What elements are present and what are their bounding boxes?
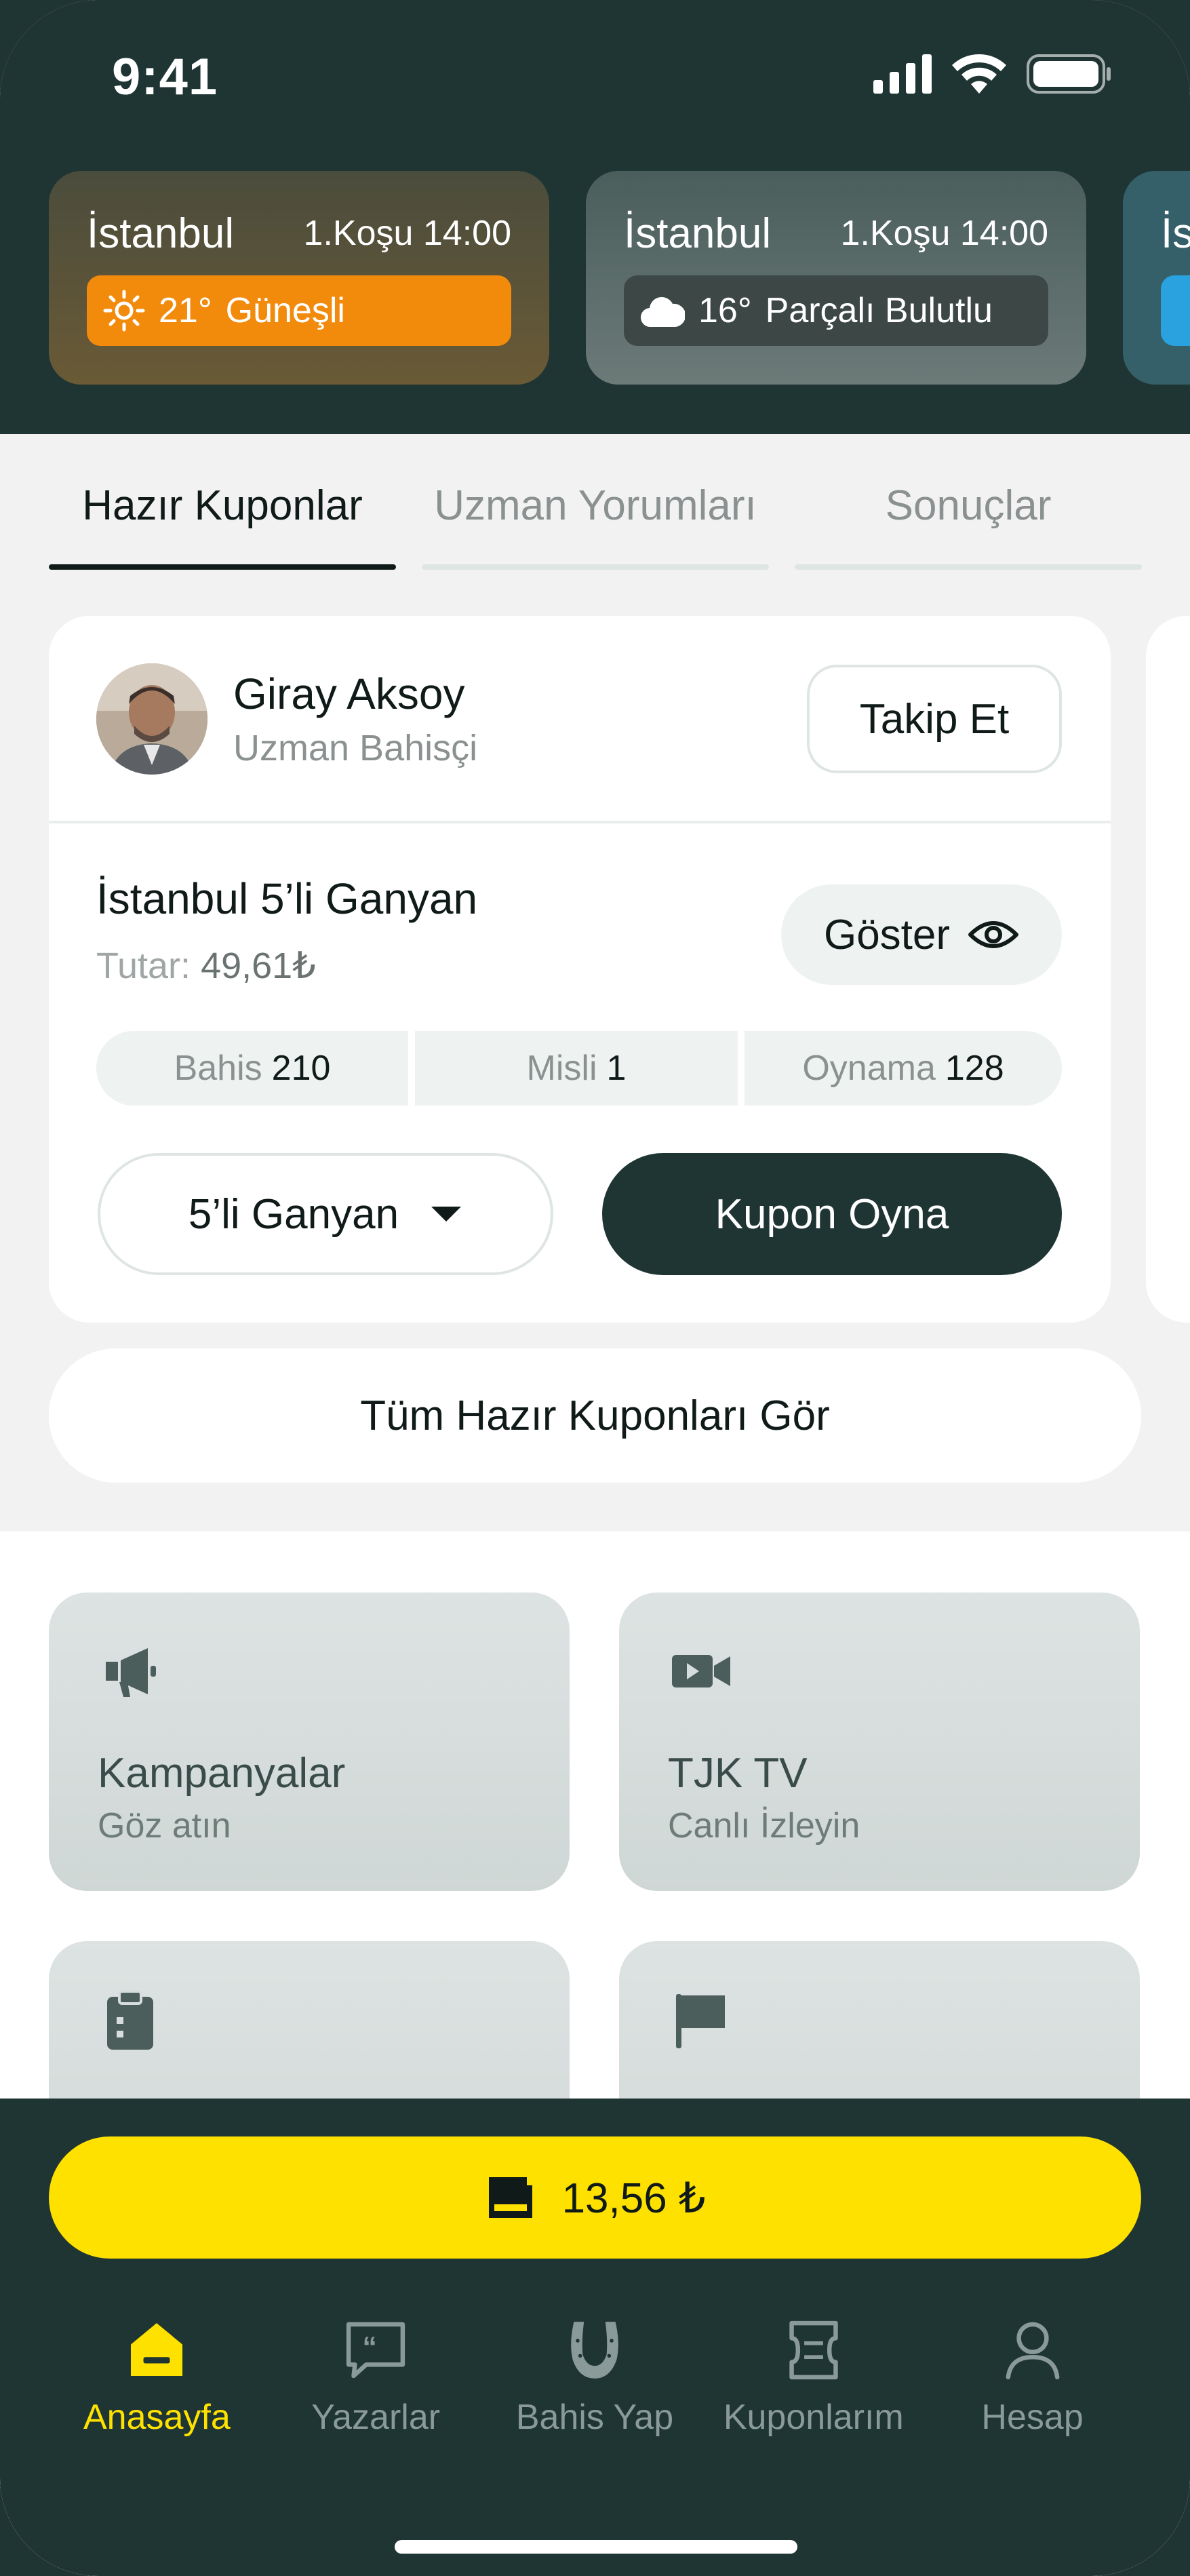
tile-title: Kampanyalar <box>98 1750 346 1797</box>
weather-carousel[interactable]: İstanbul 1.Koşu 14:00 21° Güneşli İstanb… <box>49 171 1190 385</box>
wifi-icon <box>952 54 1006 94</box>
coupon-icon <box>789 2320 838 2380</box>
weather-city: İstanbul <box>624 210 772 257</box>
weather-condition: Güneşli <box>225 291 345 330</box>
nav-label: Anasayfa <box>83 2398 231 2437</box>
weather-badge: 16° Parçalı Bulutlu <box>624 275 1048 346</box>
bottom-bar: 13,56 ₺ Anasayfa “ Yazarlar Bahis Yap Ku… <box>0 2099 1190 2576</box>
avatar[interactable] <box>96 663 207 775</box>
tab-indicator <box>795 564 1142 570</box>
next-coupon-card-peek[interactable] <box>1146 616 1190 1323</box>
tab-uzman-yorumlari[interactable]: Uzman Yorumları <box>422 468 769 570</box>
amount-value: 49,61₺ <box>201 945 316 986</box>
nav-label: Hesap <box>981 2398 1084 2437</box>
tile-subtitle: Canlı İzleyin <box>668 1806 860 1846</box>
show-label: Göster <box>823 911 951 958</box>
nav-label: Yazarlar <box>311 2398 441 2437</box>
tab-navigation: Anasayfa “ Yazarlar Bahis Yap Kuponlarım… <box>47 2316 1142 2438</box>
status-time: 9:41 <box>112 48 218 106</box>
nav-anasayfa[interactable]: Anasayfa <box>47 2316 266 2438</box>
tab-label: Sonuçlar <box>885 482 1052 529</box>
balance-value: 13,56 ₺ <box>561 2174 706 2222</box>
header: 9:41 İstanbul 1.Koşu 14:00 21° Güneşli İ… <box>0 0 1190 434</box>
weather-card[interactable]: İstanbul 1.Koşu 14:00 21° Güneşli <box>49 171 549 385</box>
weather-temp: 21° <box>159 291 212 330</box>
weather-city: İstanbul <box>87 210 235 257</box>
follow-button[interactable]: Takip Et <box>807 665 1062 773</box>
coupon-stats: Bahis 210 Misli 1 Oynama 128 <box>96 1031 1062 1106</box>
stat-oynama: Oynama 128 <box>745 1031 1062 1106</box>
partial-weather-icon <box>1161 275 1190 346</box>
show-button[interactable]: Göster <box>781 884 1062 985</box>
stat-label: Bahis <box>174 1049 262 1088</box>
weather-city: İs <box>1161 210 1190 257</box>
stat-misli: Misli 1 <box>415 1031 738 1106</box>
home-icon <box>131 2323 183 2377</box>
tab-sonuclar[interactable]: Sonuçlar <box>795 468 1142 570</box>
bet-type-value: 5’li Ganyan <box>188 1190 399 1238</box>
avatar-portrait-icon <box>96 663 207 775</box>
weather-temp: 16° <box>698 291 752 330</box>
coupon-card: Giray Aksoy Uzman Bahisçi Takip Et İstan… <box>49 616 1111 1323</box>
nav-yazarlar[interactable]: “ Yazarlar <box>266 2316 485 2438</box>
weather-card-partial[interactable]: İs <box>1123 171 1190 385</box>
home-indicator[interactable] <box>395 2540 797 2554</box>
bet-type-select[interactable]: 5’li Ganyan <box>98 1153 553 1275</box>
coupon-title: İstanbul 5’li Ganyan <box>96 874 478 923</box>
battery-icon <box>1027 54 1111 94</box>
nav-kuponlarim[interactable]: Kuponlarım <box>704 2316 923 2438</box>
svg-text:“: “ <box>363 2331 377 2364</box>
tab-indicator <box>49 564 396 570</box>
amount-label: Tutar: <box>96 945 191 986</box>
caret-down-icon <box>431 1207 462 1222</box>
balance-button[interactable]: 13,56 ₺ <box>49 2136 1141 2259</box>
tab-label: Uzman Yorumları <box>434 482 757 529</box>
phone-screen: 9:41 İstanbul 1.Koşu 14:00 21° Güneşli İ… <box>0 0 1190 2576</box>
author-name[interactable]: Giray Aksoy <box>233 669 464 719</box>
stat-bahis: Bahis 210 <box>96 1031 408 1106</box>
divider <box>49 821 1111 823</box>
tile-tjk-tv[interactable]: TJK TV Canlı İzleyin <box>619 1593 1140 1891</box>
weather-race-time: 1.Koşu 14:00 <box>303 214 511 253</box>
stat-label: Misli <box>526 1049 597 1088</box>
tile-kampanyalar[interactable]: Kampanyalar Göz atın <box>49 1593 570 1891</box>
weather-card[interactable]: İstanbul 1.Koşu 14:00 16° Parçalı Bulutl… <box>586 171 1086 385</box>
weather-race-time: 1.Koşu 14:00 <box>840 214 1048 253</box>
signal-icon <box>873 54 932 94</box>
tab-indicator <box>422 564 769 570</box>
megaphone-icon <box>106 1648 156 1697</box>
tile-subtitle: Göz atın <box>98 1806 231 1846</box>
all-coupons-button[interactable]: Tüm Hazır Kuponları Gör <box>49 1348 1141 1483</box>
quote-bubble-icon: “ <box>346 2322 405 2379</box>
clipboard-icon <box>107 1990 153 2050</box>
ticket-icon <box>488 2177 532 2218</box>
user-icon <box>1006 2322 1059 2380</box>
horseshoe-icon <box>571 2322 618 2379</box>
sun-icon <box>103 290 145 332</box>
stat-value: 128 <box>945 1049 1004 1088</box>
stat-label: Oynama <box>802 1049 936 1088</box>
nav-label: Kuponlarım <box>723 2398 904 2437</box>
author-role: Uzman Bahisçi <box>233 728 478 768</box>
weather-badge: 21° Güneşli <box>87 275 511 346</box>
nav-hesap[interactable]: Hesap <box>923 2316 1142 2438</box>
coupon-amount: Tutar: 49,61₺ <box>96 944 316 987</box>
stat-value: 1 <box>606 1049 627 1088</box>
video-camera-icon <box>672 1655 730 1687</box>
eye-icon <box>968 921 1019 948</box>
tile-title: TJK TV <box>668 1750 808 1797</box>
cloud-icon <box>640 297 685 328</box>
flag-icon <box>676 1994 725 2048</box>
status-icons <box>873 54 1112 94</box>
tab-hazir-kuponlar[interactable]: Hazır Kuponlar <box>49 468 396 570</box>
nav-label: Bahis Yap <box>515 2398 674 2437</box>
tab-label: Hazır Kuponlar <box>82 482 363 529</box>
play-coupon-button[interactable]: Kupon Oyna <box>602 1153 1062 1275</box>
stat-value: 210 <box>271 1049 331 1088</box>
weather-condition: Parçalı Bulutlu <box>765 291 993 330</box>
nav-bahis-yap[interactable]: Bahis Yap <box>485 2316 705 2438</box>
tab-bar: Hazır Kuponlar Uzman Yorumları Sonuçlar <box>49 468 1142 570</box>
